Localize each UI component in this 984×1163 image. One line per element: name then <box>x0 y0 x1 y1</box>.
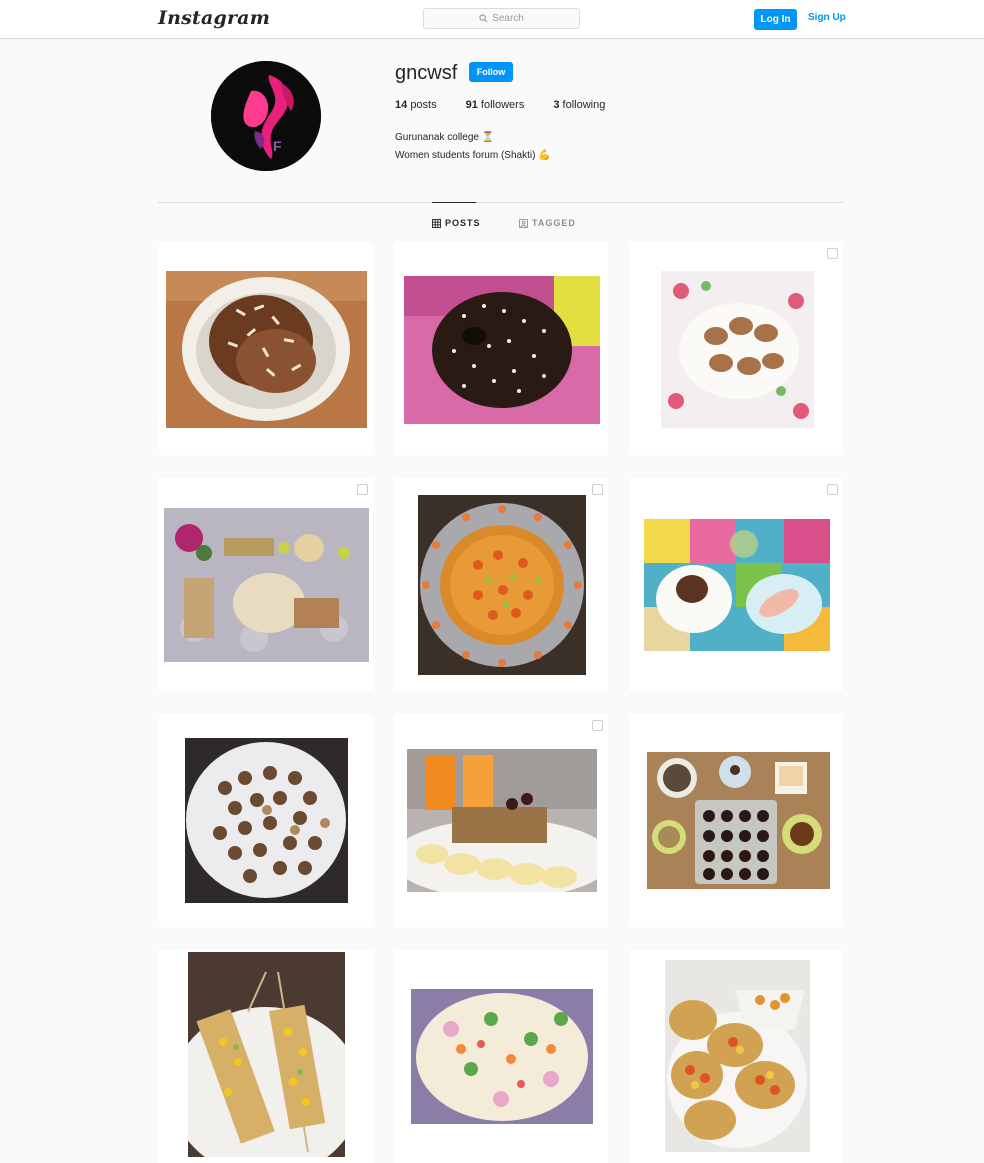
post-photo <box>166 271 367 428</box>
post-tile[interactable] <box>159 950 373 1163</box>
profile-stats: 14 posts 91 followers 3 following <box>395 99 634 111</box>
multiple-photos-icon <box>592 720 603 731</box>
post-photo <box>185 738 348 903</box>
svg-text:F: F <box>273 138 282 154</box>
multiple-photos-icon <box>592 484 603 495</box>
profile-username: gncwsf <box>395 62 458 84</box>
tagged-icon <box>519 218 528 228</box>
login-button[interactable]: Log In <box>754 9 797 30</box>
multiple-photos-icon <box>827 248 838 259</box>
post-photo <box>164 508 369 662</box>
post-photo <box>188 952 345 1157</box>
bio-line: Women students forum (Shakti) 💪 <box>395 150 551 161</box>
profile-bio: Gurunanak college ⏳ Women students forum… <box>395 129 551 165</box>
active-tab-indicator <box>432 202 476 203</box>
top-nav: Instagram Search Log In Sign Up <box>0 0 984 39</box>
tab-label: TAGGED <box>532 218 576 228</box>
post-photo <box>665 960 810 1152</box>
post-tile[interactable] <box>629 950 843 1163</box>
post-tile[interactable] <box>629 242 843 455</box>
following-label: following <box>562 99 606 111</box>
post-tile[interactable] <box>394 950 608 1163</box>
tab-tagged[interactable]: TAGGED <box>519 218 576 228</box>
posts-stat: 14 posts <box>395 99 437 111</box>
tabs-divider <box>158 202 843 203</box>
followers-count: 91 <box>465 99 478 111</box>
post-photo <box>407 749 597 892</box>
search-input[interactable]: Search <box>423 8 580 29</box>
post-photo <box>647 752 830 889</box>
post-tile[interactable] <box>159 478 373 691</box>
post-tile[interactable] <box>159 714 373 927</box>
post-tile[interactable] <box>394 478 608 691</box>
post-tile[interactable] <box>629 714 843 927</box>
bio-line: Gurunanak college ⏳ <box>395 132 495 143</box>
posts-label: posts <box>410 99 437 111</box>
follow-button[interactable]: Follow <box>469 62 513 82</box>
following-stat[interactable]: 3 following <box>553 99 605 111</box>
post-photo <box>404 276 600 424</box>
tab-label: POSTS <box>445 218 481 228</box>
multiple-photos-icon <box>357 484 368 495</box>
post-photo <box>411 989 593 1124</box>
wsf-logo-icon: F <box>211 61 321 171</box>
grid-icon <box>432 218 441 228</box>
following-count: 3 <box>553 99 560 111</box>
multiple-photos-icon <box>827 484 838 495</box>
tab-posts[interactable]: POSTS <box>432 218 481 228</box>
followers-stat[interactable]: 91 followers <box>466 99 525 111</box>
search-placeholder: Search <box>492 13 524 24</box>
post-tile[interactable] <box>159 242 373 455</box>
search-icon <box>479 14 488 23</box>
post-photo <box>418 495 586 675</box>
posts-count: 14 <box>395 99 408 111</box>
instagram-logo[interactable]: Instagram <box>158 7 270 29</box>
avatar[interactable]: F <box>211 61 321 171</box>
post-photo <box>644 519 830 651</box>
post-tile[interactable] <box>394 714 608 927</box>
signup-link[interactable]: Sign Up <box>808 12 846 23</box>
followers-label: followers <box>480 99 525 111</box>
post-photo <box>661 271 814 428</box>
post-tile[interactable] <box>629 478 843 691</box>
post-tile[interactable] <box>394 242 608 455</box>
